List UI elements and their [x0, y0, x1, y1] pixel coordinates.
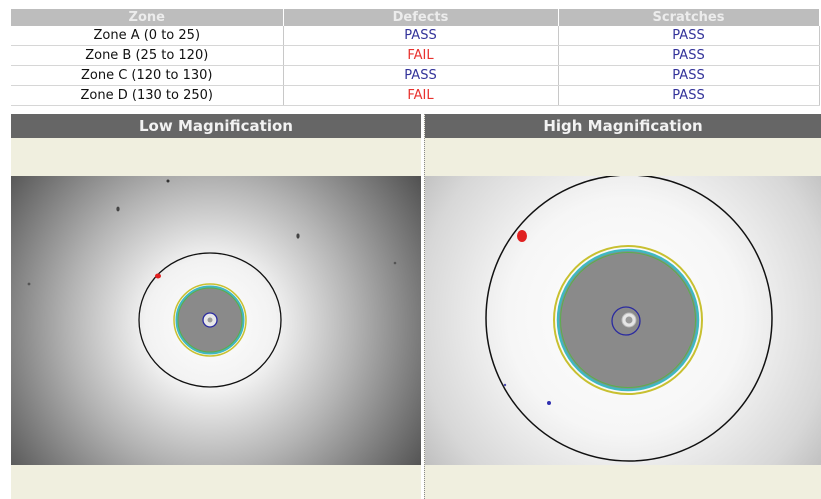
- table-header-row: Zone Defects Scratches: [11, 9, 820, 26]
- high-magnification-panel: High Magnification: [424, 114, 821, 499]
- zone-label: Zone A (0 to 25): [11, 26, 284, 46]
- defect-mark: [503, 383, 507, 387]
- low-magnification-panel: Low Magnification: [11, 114, 421, 499]
- header-scratches: Scratches: [558, 9, 820, 26]
- dust-speck: [296, 233, 300, 239]
- core-inner: [625, 316, 633, 324]
- zone-results-table: Zone Defects Scratches Zone A (0 to 25) …: [11, 9, 820, 106]
- header-defects: Defects: [283, 9, 559, 26]
- table-row: Zone D (130 to 250) FAIL PASS: [11, 85, 820, 106]
- defect-mark: [547, 401, 551, 405]
- header-zone: Zone: [11, 9, 284, 26]
- zone-label: Zone D (130 to 250): [11, 85, 284, 106]
- high-magnification-title: High Magnification: [425, 114, 821, 138]
- defects-result: FAIL: [283, 45, 559, 66]
- fiber-endface-high-mag: [425, 176, 821, 465]
- table-row: Zone C (120 to 130) PASS PASS: [11, 65, 820, 86]
- low-magnification-title: Low Magnification: [11, 114, 421, 138]
- scratches-result: PASS: [558, 26, 820, 46]
- scratches-result: PASS: [558, 85, 820, 106]
- core-center: [207, 317, 213, 323]
- table-row: Zone B (25 to 120) FAIL PASS: [11, 45, 820, 66]
- scratches-result: PASS: [558, 65, 820, 86]
- zone-label: Zone B (25 to 120): [11, 45, 284, 66]
- fiber-endface-low-mag: [11, 176, 421, 465]
- defect-mark: [155, 273, 161, 279]
- dust-speck: [27, 282, 31, 286]
- dust-speck: [166, 179, 170, 183]
- defects-result: FAIL: [283, 85, 559, 106]
- defect-mark: [517, 230, 527, 242]
- high-magnification-image: [425, 176, 821, 465]
- dust-speck: [393, 261, 397, 265]
- scratches-result: PASS: [558, 45, 820, 66]
- table-row: Zone A (0 to 25) PASS PASS: [11, 26, 820, 46]
- defects-result: PASS: [283, 65, 559, 86]
- defects-result: PASS: [283, 26, 559, 46]
- zone-label: Zone C (120 to 130): [11, 65, 284, 86]
- dust-speck: [116, 206, 120, 212]
- low-magnification-image: [11, 176, 421, 465]
